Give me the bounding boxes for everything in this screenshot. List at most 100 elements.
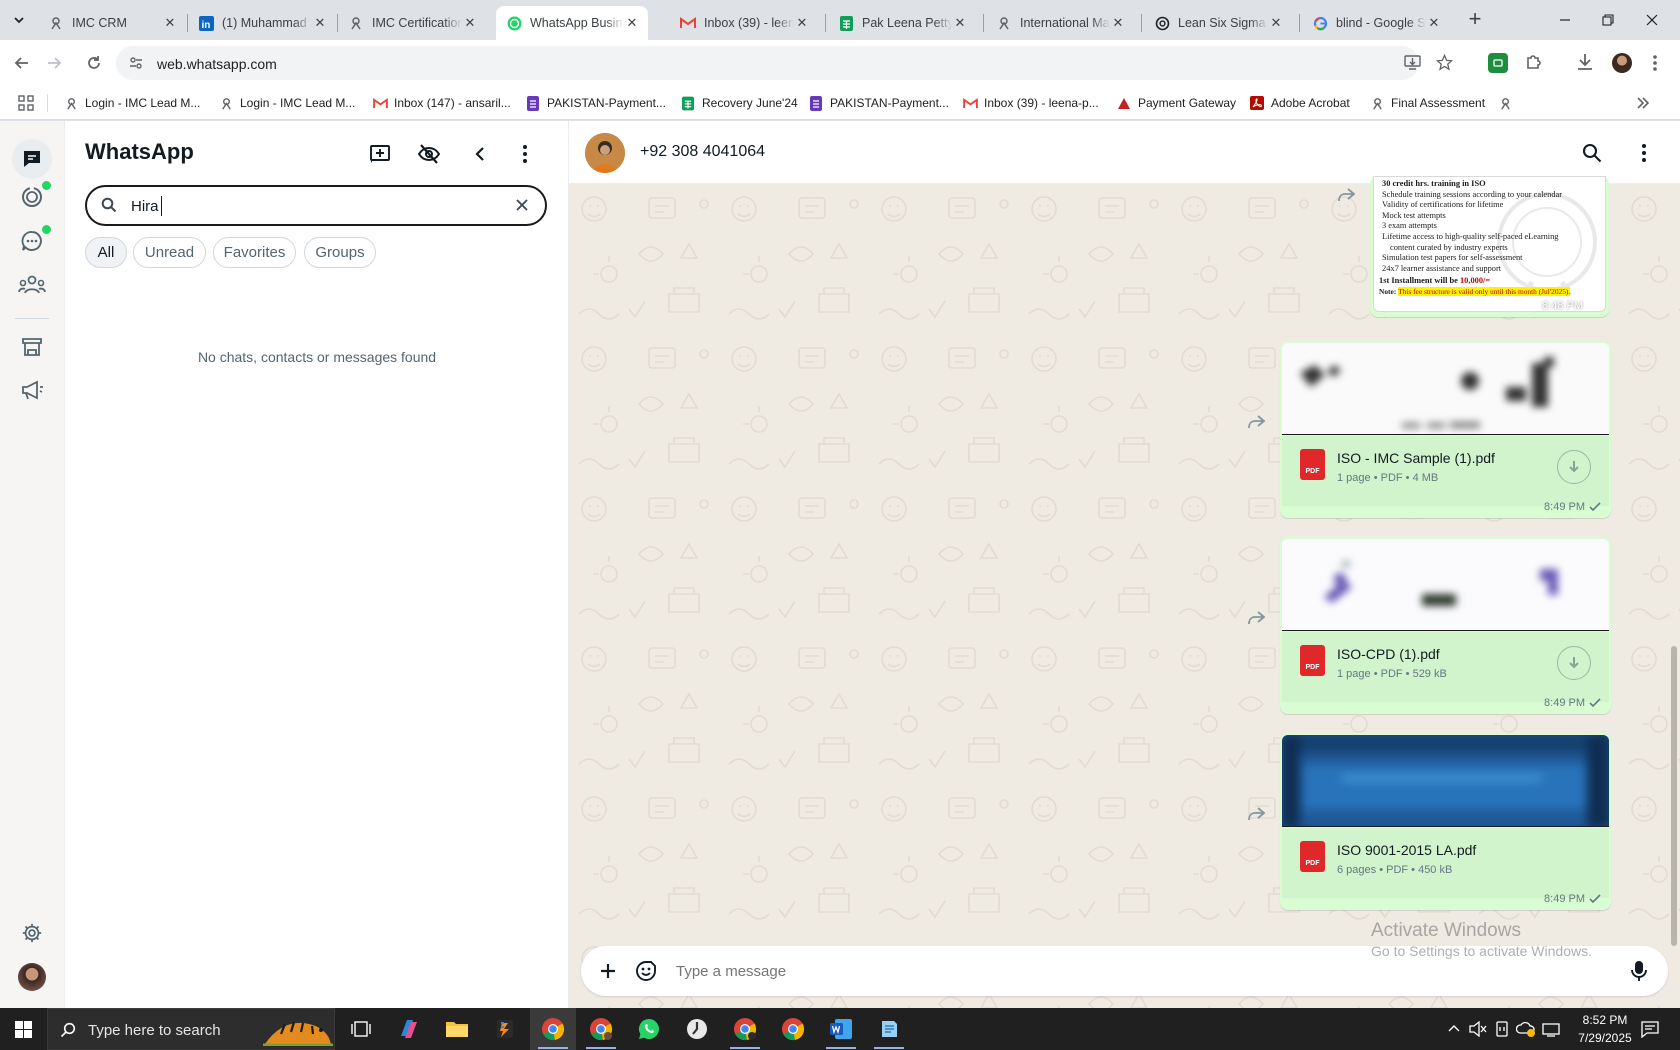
tab-lean-six-sigma[interactable]: Lean Six Sigma ✕ bbox=[1144, 6, 1292, 40]
tab-imc-crm[interactable]: IMC CRM ✕ bbox=[38, 6, 186, 40]
reload-button[interactable] bbox=[80, 49, 108, 77]
image-message[interactable]: 30 credit hrs. training in ISO Schedule … bbox=[1370, 176, 1609, 317]
notifications-icon[interactable] bbox=[1641, 1020, 1659, 1038]
document-preview[interactable] bbox=[1282, 343, 1609, 435]
onedrive-sync-icon[interactable] bbox=[1516, 1020, 1536, 1038]
file-explorer-taskbar-icon[interactable] bbox=[434, 1008, 480, 1050]
site-settings-icon[interactable] bbox=[129, 56, 143, 70]
whatsapp-taskbar-icon[interactable] bbox=[626, 1008, 672, 1050]
image-content[interactable]: 30 credit hrs. training in ISO Schedule … bbox=[1373, 176, 1606, 312]
minimize-button[interactable] bbox=[1545, 8, 1585, 32]
bookmark-item[interactable]: Login - IMC Lead M... bbox=[218, 93, 355, 113]
filter-unread[interactable]: Unread bbox=[133, 237, 206, 268]
chrome-taskbar-icon[interactable] bbox=[530, 1008, 576, 1050]
document-info[interactable]: PDF ISO - IMC Sample (1).pdf 1 page • PD… bbox=[1282, 436, 1609, 506]
profile-avatar[interactable] bbox=[1612, 53, 1632, 73]
clock-app-taskbar-icon[interactable] bbox=[674, 1008, 720, 1050]
communities-nav-button[interactable] bbox=[18, 271, 46, 299]
voice-message-button[interactable] bbox=[1624, 956, 1654, 986]
filter-all[interactable]: All bbox=[85, 237, 127, 268]
catalog-nav-button[interactable] bbox=[18, 333, 46, 361]
bookmark-item[interactable]: Login - IMC Lead M... bbox=[63, 93, 200, 113]
start-button[interactable] bbox=[0, 1008, 46, 1050]
tab-gmail[interactable]: Inbox (39) - leen ✕ bbox=[670, 6, 818, 40]
notepad-taskbar-icon[interactable] bbox=[866, 1008, 912, 1050]
tab-linkedin[interactable]: in (1) Muhammad ✕ bbox=[188, 6, 336, 40]
menu-button[interactable] bbox=[510, 139, 540, 169]
bookmark-item[interactable]: Adobe Acrobat bbox=[1249, 93, 1350, 113]
close-tab-icon[interactable]: ✕ bbox=[794, 15, 810, 31]
new-tab-button[interactable]: + bbox=[1460, 6, 1490, 34]
contact-avatar[interactable] bbox=[585, 133, 625, 173]
forward-button[interactable] bbox=[1331, 180, 1361, 210]
chrome-third-taskbar-icon[interactable] bbox=[770, 1008, 816, 1050]
taskbar-search-box[interactable]: Type here to search bbox=[47, 1008, 335, 1050]
bookmark-item[interactable]: Final Assessment bbox=[1369, 93, 1485, 113]
browser-menu-icon[interactable] bbox=[1652, 53, 1658, 73]
new-chat-button[interactable] bbox=[365, 139, 395, 169]
document-message[interactable]: PDF ISO - IMC Sample (1).pdf 1 page • PD… bbox=[1280, 341, 1611, 518]
speaker-muted-icon[interactable] bbox=[1469, 1021, 1487, 1037]
forward-button[interactable] bbox=[1241, 799, 1271, 829]
chevron-up-icon[interactable] bbox=[1448, 1023, 1460, 1035]
restore-button[interactable] bbox=[1588, 8, 1628, 32]
close-tab-icon[interactable]: ✕ bbox=[1110, 15, 1126, 31]
search-box[interactable] bbox=[85, 185, 547, 226]
close-tab-icon[interactable]: ✕ bbox=[462, 15, 478, 31]
collapse-button[interactable] bbox=[465, 139, 495, 169]
settings-nav-button[interactable] bbox=[18, 919, 46, 947]
close-tab-icon[interactable]: ✕ bbox=[312, 15, 328, 31]
search-icon[interactable] bbox=[1582, 143, 1602, 163]
bookmark-item[interactable]: Payment Gateway bbox=[1116, 93, 1236, 113]
contact-name[interactable]: +92 308 4041064 bbox=[640, 143, 765, 161]
network-icon[interactable] bbox=[1542, 1021, 1560, 1037]
tab-imc-certification[interactable]: IMC Certification ✕ bbox=[338, 6, 486, 40]
message-scrollbar[interactable] bbox=[1671, 646, 1677, 946]
tab-international[interactable]: International Ma ✕ bbox=[986, 6, 1134, 40]
word-taskbar-icon[interactable] bbox=[818, 1008, 864, 1050]
app-taskbar-icon[interactable] bbox=[482, 1008, 528, 1050]
bookmark-item[interactable]: Inbox (147) - ansaril... bbox=[372, 93, 511, 113]
status-nav-button[interactable] bbox=[18, 181, 51, 211]
apps-grid-icon[interactable] bbox=[18, 95, 34, 111]
close-tab-icon[interactable]: ✕ bbox=[624, 15, 640, 31]
bookmark-item-extra[interactable] bbox=[1497, 93, 1519, 113]
back-button[interactable] bbox=[8, 49, 36, 77]
message-input[interactable] bbox=[676, 959, 1556, 983]
close-window-button[interactable] bbox=[1632, 8, 1672, 32]
download-button[interactable] bbox=[1557, 450, 1591, 484]
bookmark-star-icon[interactable] bbox=[1436, 54, 1453, 71]
system-clock[interactable]: 8:52 PM 7/29/2025 bbox=[1570, 1011, 1640, 1047]
tab-google-search[interactable]: blind - Google S ✕ bbox=[1302, 6, 1450, 40]
document-message[interactable]: PDF ISO-CPD (1).pdf 1 page • PDF • 529 k… bbox=[1280, 537, 1611, 714]
forward-button[interactable] bbox=[40, 49, 68, 77]
download-button[interactable] bbox=[1557, 646, 1591, 680]
bookmark-item[interactable]: Recovery June'24 bbox=[680, 93, 798, 113]
chat-header[interactable]: +92 308 4041064 bbox=[569, 121, 1680, 184]
profile-avatar[interactable] bbox=[18, 963, 46, 991]
copilot-taskbar-icon[interactable] bbox=[386, 1008, 432, 1050]
usb-device-icon[interactable] bbox=[1494, 1021, 1510, 1037]
close-tab-icon[interactable]: ✕ bbox=[1426, 15, 1442, 31]
search-input[interactable] bbox=[131, 195, 491, 217]
close-tab-icon[interactable]: ✕ bbox=[162, 15, 178, 31]
document-message[interactable]: PDF ISO 9001-2015 LA.pdf 6 pages • PDF •… bbox=[1280, 733, 1611, 910]
channels-nav-button[interactable] bbox=[18, 225, 51, 255]
chrome-second-taskbar-icon[interactable] bbox=[722, 1008, 768, 1050]
document-info[interactable]: PDF ISO-CPD (1).pdf 1 page • PDF • 529 k… bbox=[1282, 632, 1609, 702]
install-app-icon[interactable] bbox=[1404, 55, 1421, 71]
downloads-icon[interactable] bbox=[1575, 52, 1595, 72]
privacy-button[interactable] bbox=[414, 139, 444, 169]
document-preview[interactable] bbox=[1282, 539, 1609, 631]
attach-button[interactable] bbox=[593, 956, 623, 986]
task-view-button[interactable] bbox=[338, 1008, 384, 1050]
extensions-puzzle-icon[interactable] bbox=[1524, 52, 1544, 72]
emoji-button[interactable] bbox=[631, 956, 661, 986]
document-preview[interactable] bbox=[1282, 735, 1609, 827]
bookmark-item[interactable]: Inbox (39) - leena-p... bbox=[962, 93, 1099, 113]
document-info[interactable]: PDF ISO 9001-2015 LA.pdf 6 pages • PDF •… bbox=[1282, 828, 1609, 898]
address-bar[interactable]: web.whatsapp.com bbox=[116, 46, 1453, 80]
tab-search-button[interactable] bbox=[6, 8, 32, 32]
bookmarks-overflow-icon[interactable] bbox=[1636, 96, 1650, 110]
chrome-profile-taskbar-icon[interactable] bbox=[578, 1008, 624, 1050]
